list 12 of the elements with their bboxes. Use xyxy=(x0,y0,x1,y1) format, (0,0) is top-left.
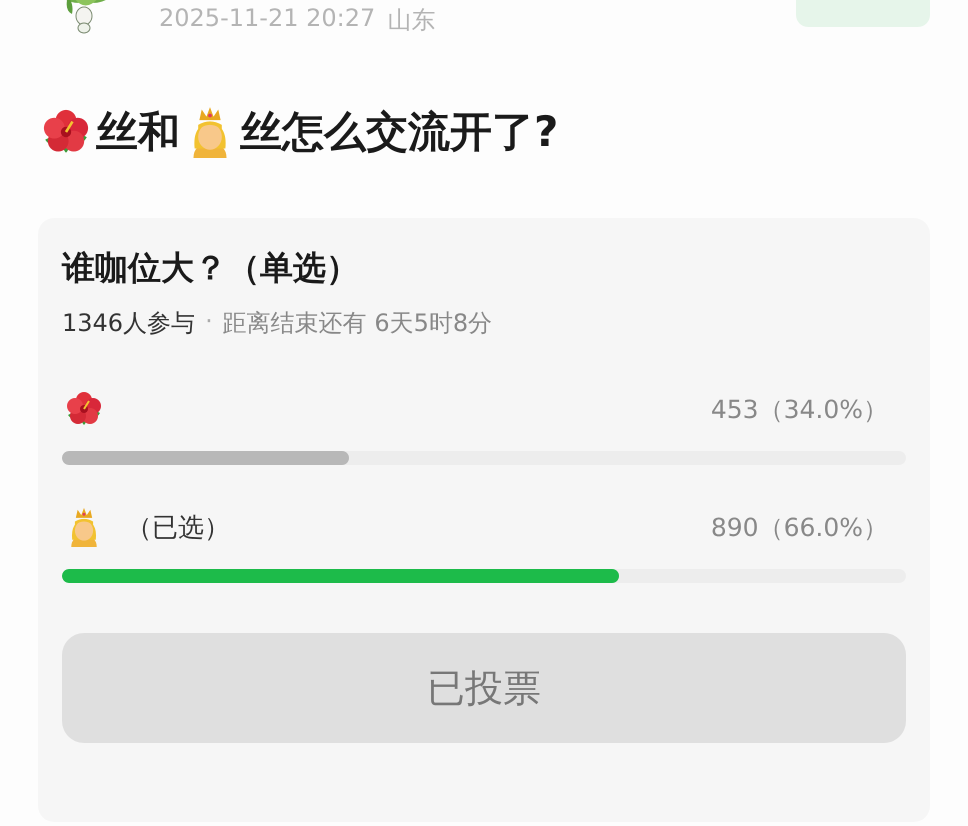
voted-button[interactable]: 已投票 xyxy=(62,633,906,743)
participant-count: 1346人参与 xyxy=(62,308,196,339)
vote-count: 453（34.0%） xyxy=(710,394,888,426)
option-label: （已选） xyxy=(126,512,230,544)
post-title-text: 丝怎么交流开了? xyxy=(240,106,558,158)
separator-dot: · xyxy=(205,307,213,337)
post-location: 山东 xyxy=(387,5,436,36)
vote-count: 890（66.0%） xyxy=(710,512,888,544)
post-title-text: 丝和 xyxy=(96,106,180,158)
time-remaining: 距离结束还有 6天5时8分 xyxy=(222,308,492,339)
poll-question: 谁咖位大？（单选） xyxy=(62,247,360,289)
post-timestamp: 2025-11-21 20:27 xyxy=(159,4,376,32)
